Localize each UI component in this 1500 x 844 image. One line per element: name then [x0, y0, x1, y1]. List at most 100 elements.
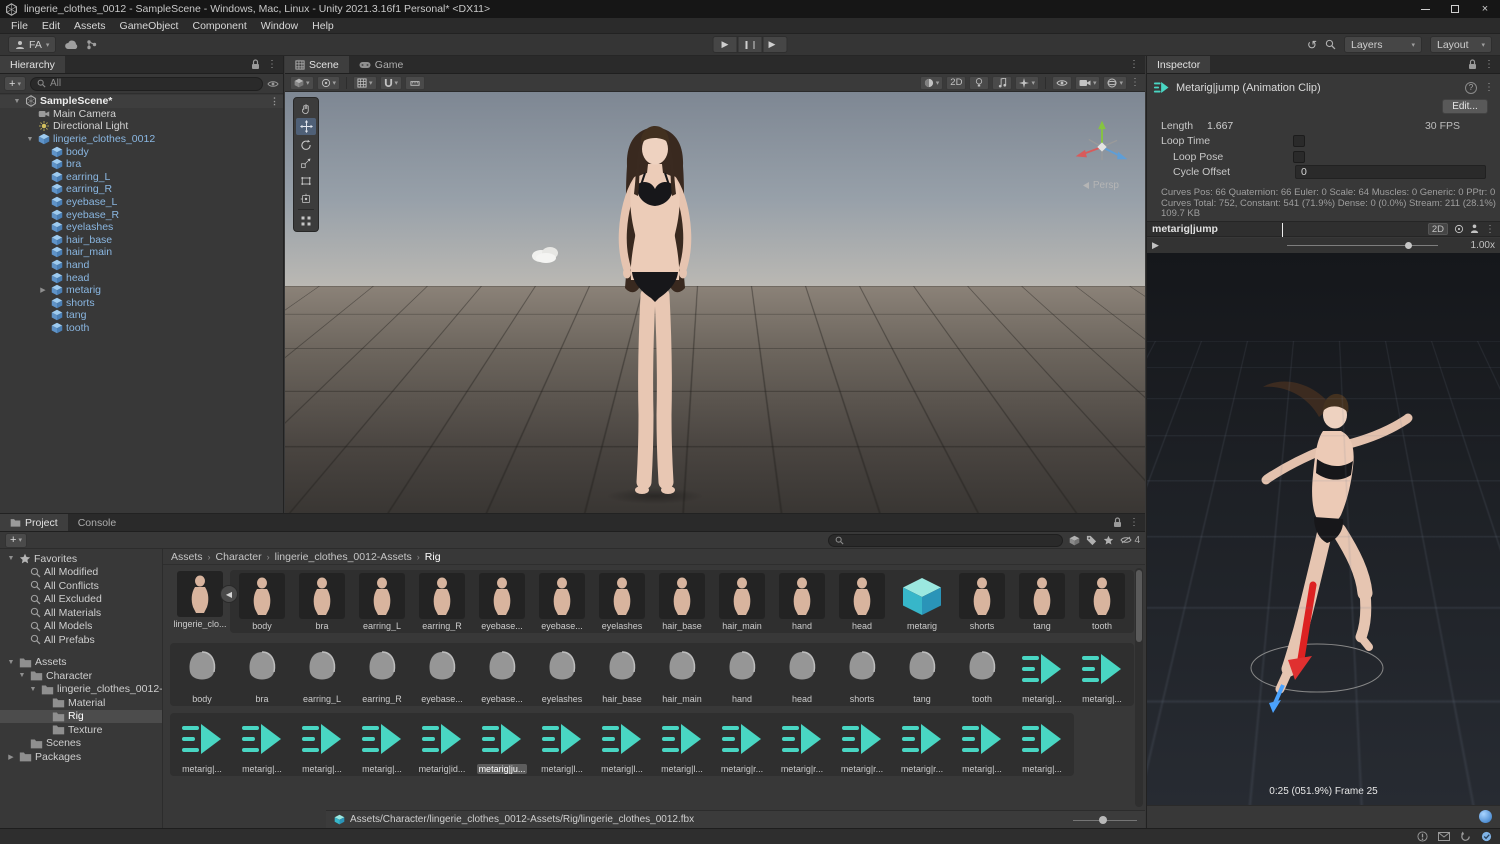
- hierarchy-search-input[interactable]: All: [29, 76, 263, 91]
- asset-metarig[interactable]: metarig|...: [1012, 645, 1072, 704]
- expander-icon[interactable]: ▼: [12, 98, 22, 105]
- hierarchy-item-main-camera[interactable]: Main Camera: [0, 108, 283, 121]
- preview-play-button[interactable]: ▶: [1152, 240, 1159, 251]
- search-by-label-icon[interactable]: [1086, 535, 1097, 546]
- undo-history-icon[interactable]: ↺: [1307, 38, 1317, 52]
- hierarchy-item-hair-base[interactable]: hair_base: [0, 234, 283, 247]
- hierarchy-item-metarig[interactable]: ▶ metarig: [0, 284, 283, 297]
- asset-eyebase[interactable]: eyebase...: [412, 645, 472, 704]
- tab-scene[interactable]: Scene: [285, 56, 349, 73]
- tab-console[interactable]: Console: [68, 514, 127, 531]
- asset-metarig[interactable]: metarig|...: [1072, 645, 1132, 704]
- thumbnail-zoom-slider[interactable]: [1073, 815, 1137, 825]
- menu-assets[interactable]: Assets: [67, 18, 113, 33]
- effects-dropdown[interactable]: ▾: [1015, 75, 1039, 90]
- expander-icon[interactable]: ▼: [17, 672, 27, 679]
- crumb-asset-folder[interactable]: lingerie_clothes_0012-Assets: [275, 551, 412, 563]
- asset-hair-base[interactable]: hair_base: [592, 645, 652, 704]
- project-folder-all-excluded[interactable]: All Excluded: [0, 593, 162, 607]
- asset-eyebase[interactable]: eyebase...: [472, 645, 532, 704]
- project-folder-assets[interactable]: ▼ Assets: [0, 656, 162, 670]
- orientation-gizmo[interactable]: [1069, 114, 1135, 180]
- asset-shorts[interactable]: shorts: [832, 645, 892, 704]
- asset-tooth[interactable]: tooth: [1072, 572, 1132, 631]
- project-search-input[interactable]: [828, 533, 1064, 547]
- pivot-dropdown[interactable]: ▾: [316, 75, 341, 90]
- hierarchy-item-eyebase-l[interactable]: eyebase_L: [0, 196, 283, 209]
- persp-label[interactable]: Persp: [1082, 180, 1119, 191]
- asset-metarig[interactable]: metarig|...: [292, 715, 352, 774]
- asset-shorts[interactable]: shorts: [952, 572, 1012, 631]
- scale-tool-icon[interactable]: [296, 154, 316, 171]
- maximize-button[interactable]: [1440, 0, 1470, 18]
- cycle-offset-field[interactable]: 0: [1295, 165, 1486, 180]
- asset-metarig[interactable]: metarig|...: [232, 715, 292, 774]
- loop-time-checkbox[interactable]: [1293, 135, 1305, 148]
- kebab-icon[interactable]: ⋮: [267, 59, 277, 70]
- rect-tool-icon[interactable]: [296, 172, 316, 189]
- rotate-tool-icon[interactable]: [296, 136, 316, 153]
- asset-metarig-l[interactable]: metarig|l...: [592, 715, 652, 774]
- progress-status-icon[interactable]: [1481, 831, 1492, 842]
- asset-earring-r[interactable]: earring_R: [352, 645, 412, 704]
- hierarchy-item-head[interactable]: head: [0, 271, 283, 284]
- hierarchy-item-samplescene[interactable]: ▼ SampleScene* ⋮: [0, 95, 283, 108]
- expander-icon[interactable]: ▼: [28, 686, 38, 693]
- hierarchy-item-tooth[interactable]: tooth: [0, 322, 283, 335]
- hidden-packages-toggle[interactable]: 4: [1120, 535, 1140, 546]
- asset-metarig-r[interactable]: metarig|r...: [772, 715, 832, 774]
- menu-file[interactable]: File: [4, 18, 35, 33]
- project-folder-all-modified[interactable]: All Modified: [0, 566, 162, 580]
- kebab-icon[interactable]: ⋮: [1484, 82, 1494, 93]
- pause-button[interactable]: [737, 36, 763, 53]
- create-asset-button[interactable]: + ▾: [5, 532, 27, 548]
- zoom-slider-knob[interactable]: [1098, 815, 1107, 824]
- asset-earring-r[interactable]: earring_R: [412, 572, 472, 631]
- kebab-icon[interactable]: ⋮: [1485, 224, 1495, 235]
- asset-metarig[interactable]: metarig|...: [352, 715, 412, 774]
- layers-dropdown[interactable]: Layers ▾: [1344, 36, 1422, 53]
- asset-eyebase[interactable]: eyebase...: [532, 572, 592, 631]
- project-folder-all-conflicts[interactable]: All Conflicts: [0, 579, 162, 593]
- asset-metarig-ju[interactable]: metarig|ju...: [472, 715, 532, 774]
- project-folder-favorites[interactable]: ▼ Favorites: [0, 552, 162, 566]
- asset-hair-main[interactable]: hair_main: [712, 572, 772, 631]
- expander-icon[interactable]: ▶: [38, 286, 48, 294]
- crumb-assets[interactable]: Assets: [171, 551, 203, 563]
- lock-icon[interactable]: [1468, 59, 1477, 70]
- asset-bra[interactable]: bra: [292, 572, 352, 631]
- asset-metarig[interactable]: metarig: [892, 572, 952, 631]
- increment-snap-button[interactable]: [405, 75, 426, 90]
- project-folder-rig[interactable]: Rig: [0, 709, 162, 723]
- asset-eyelashes[interactable]: eyelashes: [532, 645, 592, 704]
- lock-icon[interactable]: [1113, 517, 1122, 528]
- menu-gameobject[interactable]: GameObject: [113, 18, 186, 33]
- hierarchy-item-hand[interactable]: hand: [0, 259, 283, 272]
- hierarchy-item-shorts[interactable]: shorts: [0, 297, 283, 310]
- project-folder-material[interactable]: Material: [0, 696, 162, 710]
- cloud-collab-icon[interactable]: [64, 40, 78, 50]
- crumb-character[interactable]: Character: [216, 551, 262, 563]
- hierarchy-item-eyebase-r[interactable]: eyebase_R: [0, 208, 283, 221]
- audio-toggle-button[interactable]: [992, 75, 1013, 90]
- hierarchy-item-earring-l[interactable]: earring_L: [0, 171, 283, 184]
- lock-icon[interactable]: [251, 59, 260, 70]
- asset-metarig[interactable]: metarig|...: [952, 715, 1012, 774]
- asset-tang[interactable]: tang: [892, 645, 952, 704]
- project-folder-all-models[interactable]: All Models: [0, 620, 162, 634]
- kebab-icon[interactable]: ⋮: [270, 96, 279, 107]
- project-folder-all-materials[interactable]: All Materials: [0, 606, 162, 620]
- favorite-search-icon[interactable]: [1103, 535, 1114, 546]
- minimize-button[interactable]: [1410, 0, 1440, 18]
- collapse-subassets-button[interactable]: ◀: [220, 585, 238, 603]
- asset-tooth[interactable]: tooth: [952, 645, 1012, 704]
- playhead[interactable]: [1282, 223, 1283, 237]
- console-status-icon[interactable]: [1417, 831, 1428, 842]
- tab-game[interactable]: Game: [349, 56, 414, 73]
- search-by-type-icon[interactable]: [1069, 535, 1080, 546]
- menu-edit[interactable]: Edit: [35, 18, 67, 33]
- view-tool-icon[interactable]: [296, 100, 316, 117]
- step-button[interactable]: ▶: [762, 36, 788, 53]
- expander-icon[interactable]: ▼: [6, 555, 16, 562]
- hierarchy-item-eyelashes[interactable]: eyelashes: [0, 221, 283, 234]
